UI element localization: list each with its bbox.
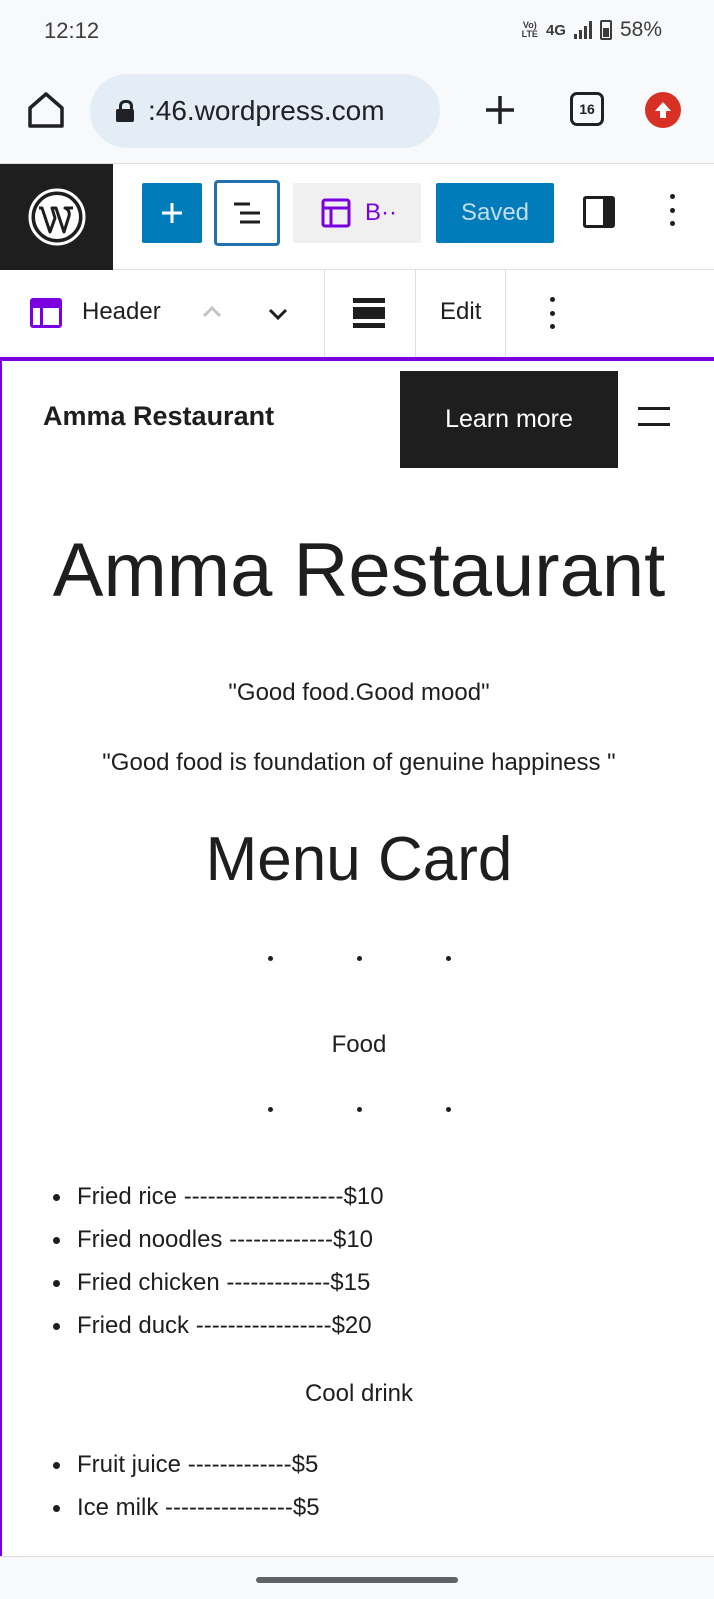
browser-bar: :46.wordpress.com 16 [0, 62, 714, 164]
saved-button[interactable]: Saved [436, 183, 554, 243]
battery-percent: 58% [619, 18, 662, 41]
url-text: :46.wordpress.com [148, 95, 385, 126]
tab-switcher-button[interactable]: 16 [570, 92, 604, 126]
wordpress-logo-button[interactable] [0, 164, 113, 270]
food-label: Food [331, 1031, 387, 1058]
separator [2, 1107, 714, 1112]
volte-icon: Vo) LTE [521, 20, 538, 39]
lock-icon [116, 100, 134, 122]
separator [2, 956, 714, 961]
address-bar[interactable]: :46.wordpress.com [90, 74, 440, 148]
menu-icon[interactable] [638, 407, 670, 427]
settings-sidebar-icon[interactable] [583, 196, 615, 228]
status-time: 12:12 [44, 18, 100, 43]
editor-toolbar: B·· Saved [0, 164, 714, 270]
edit-button[interactable]: Edit [440, 298, 481, 326]
new-tab-icon[interactable] [480, 90, 520, 130]
signal-icon [573, 21, 592, 39]
system-nav-bar [0, 1556, 714, 1599]
list-item: Fruit juice -------------$5 [51, 1443, 320, 1486]
list-view-button[interactable] [214, 180, 280, 246]
chevron-up-icon[interactable] [200, 302, 224, 322]
site-title[interactable]: Amma Restaurant [43, 401, 274, 432]
template-part-label: B·· [365, 199, 397, 226]
editor-canvas: Amma Restaurant Learn more Amma Restaura… [0, 357, 714, 1556]
list-item: Fried duck -----------------$20 [51, 1304, 384, 1347]
layout-icon [321, 198, 351, 228]
block-options-icon[interactable] [542, 293, 562, 333]
battery-icon [599, 20, 612, 40]
chevron-down-icon[interactable] [266, 304, 290, 324]
learn-more-button[interactable]: Learn more [400, 371, 618, 468]
more-options-icon[interactable] [662, 190, 682, 230]
toolbar-divider [505, 270, 506, 357]
tagline-1: "Good food.Good mood" [228, 679, 490, 706]
add-block-button[interactable] [142, 183, 202, 243]
align-icon[interactable] [353, 298, 385, 328]
update-icon[interactable] [645, 92, 681, 128]
list-view-icon [234, 202, 260, 224]
drink-list: Fruit juice -------------$5 Ice milk ---… [51, 1443, 320, 1529]
home-gesture-handle[interactable] [256, 1577, 458, 1583]
drink-label: Cool drink [304, 1380, 414, 1407]
list-item: Fried noodles -------------$10 [51, 1218, 384, 1261]
list-item: Fried chicken -------------$15 [51, 1261, 384, 1304]
wordpress-icon [28, 188, 85, 246]
list-item: Ice milk ----------------$5 [51, 1486, 320, 1529]
block-label: Header [82, 298, 161, 325]
toolbar-divider [324, 270, 325, 357]
home-icon[interactable] [26, 88, 66, 132]
header-block-icon[interactable] [30, 298, 62, 328]
network-type: 4G [545, 21, 566, 39]
template-part-button[interactable]: B·· [293, 183, 421, 243]
status-icons: Vo) LTE 4G 58% [522, 18, 662, 42]
list-item: Fried rice --------------------$10 [51, 1175, 384, 1218]
plus-icon [162, 203, 182, 223]
toolbar-divider [415, 270, 416, 357]
menu-title: Menu Card [205, 825, 513, 894]
hero-title: Amma Restaurant [52, 528, 666, 613]
status-bar: 12:12 Vo) LTE 4G 58% [0, 0, 714, 62]
block-toolbar: Header Edit [0, 270, 714, 357]
tagline-2: "Good food is foundation of genuine happ… [102, 749, 616, 776]
food-list: Fried rice --------------------$10 Fried… [51, 1175, 384, 1347]
